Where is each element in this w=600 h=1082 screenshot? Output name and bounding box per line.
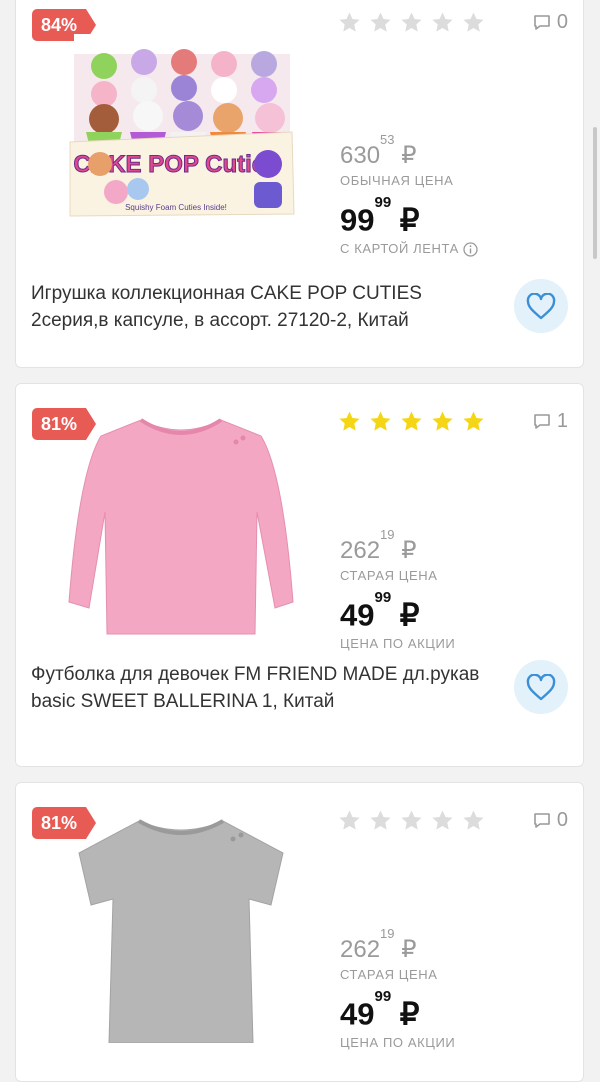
price-block: 63053 ₽ ОБЫЧНАЯ ЦЕНА 9999 ₽ С КАРТОЙ ЛЕН… <box>340 132 478 258</box>
star-filled-icon <box>339 411 360 431</box>
new-price: 4999 ₽ <box>340 589 420 633</box>
price-block: 26219 ₽ СТАРАЯ ЦЕНА 4999 ₽ ЦЕНА ПО АКЦИИ <box>340 527 456 652</box>
comment-icon <box>534 813 550 828</box>
star-filled-icon <box>463 411 484 431</box>
product-title[interactable]: Игрушка коллекционная CAKE POP CUTIES 2с… <box>31 280 501 334</box>
old-price-label: ОБЫЧНАЯ ЦЕНА <box>340 173 454 188</box>
heart-icon <box>526 292 556 319</box>
product-image <box>78 819 284 1043</box>
star-empty-icon <box>463 12 484 32</box>
comments-count[interactable]: 0 <box>533 809 568 832</box>
scrollbar[interactable] <box>593 127 597 259</box>
rating-stars <box>338 410 485 433</box>
rating-stars <box>338 809 485 832</box>
rating-stars <box>338 11 485 34</box>
star-filled-icon <box>370 411 391 431</box>
old-price: 26219 ₽ <box>340 926 417 963</box>
star-empty-icon <box>432 810 453 830</box>
star-filled-icon <box>401 411 422 431</box>
star-empty-icon <box>370 12 391 32</box>
new-price-label: ЦЕНА ПО АКЦИИ <box>340 636 456 652</box>
old-price-label: СТАРАЯ ЦЕНА <box>340 967 438 982</box>
comment-icon <box>534 414 550 429</box>
svg-text:Squishy Foam Cuties Inside!: Squishy Foam Cuties Inside! <box>125 203 227 212</box>
product-title[interactable]: Футболка для девочек FM FRIEND MADE дл.р… <box>31 661 501 715</box>
comments-number: 1 <box>556 410 568 432</box>
favorite-button[interactable] <box>514 660 568 714</box>
comments-count[interactable]: 1 <box>533 410 568 433</box>
info-icon[interactable] <box>463 242 478 258</box>
comments-number: 0 <box>556 11 568 33</box>
star-empty-icon <box>370 810 391 830</box>
old-price: 63053 ₽ <box>340 132 417 169</box>
product-card[interactable]: 81% 1 26219 ₽ СТАРАЯ ЦЕНА 4999 ₽ ЦЕНА ПО… <box>15 383 584 767</box>
product-card[interactable]: 84% CAKE POP Cuties Squishy Foam Cuties … <box>15 0 584 368</box>
product-image: CAKE POP Cuties Squishy Foam Cuties Insi… <box>69 34 295 217</box>
old-price: 26219 ₽ <box>340 527 417 564</box>
comment-icon <box>534 15 550 30</box>
star-empty-icon <box>463 810 484 830</box>
old-price-label: СТАРАЯ ЦЕНА <box>340 568 438 583</box>
price-block: 26219 ₽ СТАРАЯ ЦЕНА 4999 ₽ ЦЕНА ПО АКЦИИ <box>340 926 456 1051</box>
favorite-button[interactable] <box>514 279 568 333</box>
comments-number: 0 <box>556 809 568 831</box>
new-price-label: ЦЕНА ПО АКЦИИ <box>340 1035 456 1051</box>
comments-count[interactable]: 0 <box>533 11 568 34</box>
star-empty-icon <box>401 12 422 32</box>
star-empty-icon <box>339 810 360 830</box>
new-price: 9999 ₽ <box>340 194 420 238</box>
star-empty-icon <box>339 12 360 32</box>
heart-icon <box>526 673 556 700</box>
star-filled-icon <box>432 411 453 431</box>
product-card[interactable]: 81% 0 26219 ₽ СТАРАЯ ЦЕНА 4999 ₽ ЦЕНА ПО… <box>15 782 584 1082</box>
product-image <box>68 418 294 635</box>
star-empty-icon <box>401 810 422 830</box>
star-empty-icon <box>432 12 453 32</box>
new-price-label: С КАРТОЙ ЛЕНТА <box>340 241 478 258</box>
new-price: 4999 ₽ <box>340 988 420 1032</box>
